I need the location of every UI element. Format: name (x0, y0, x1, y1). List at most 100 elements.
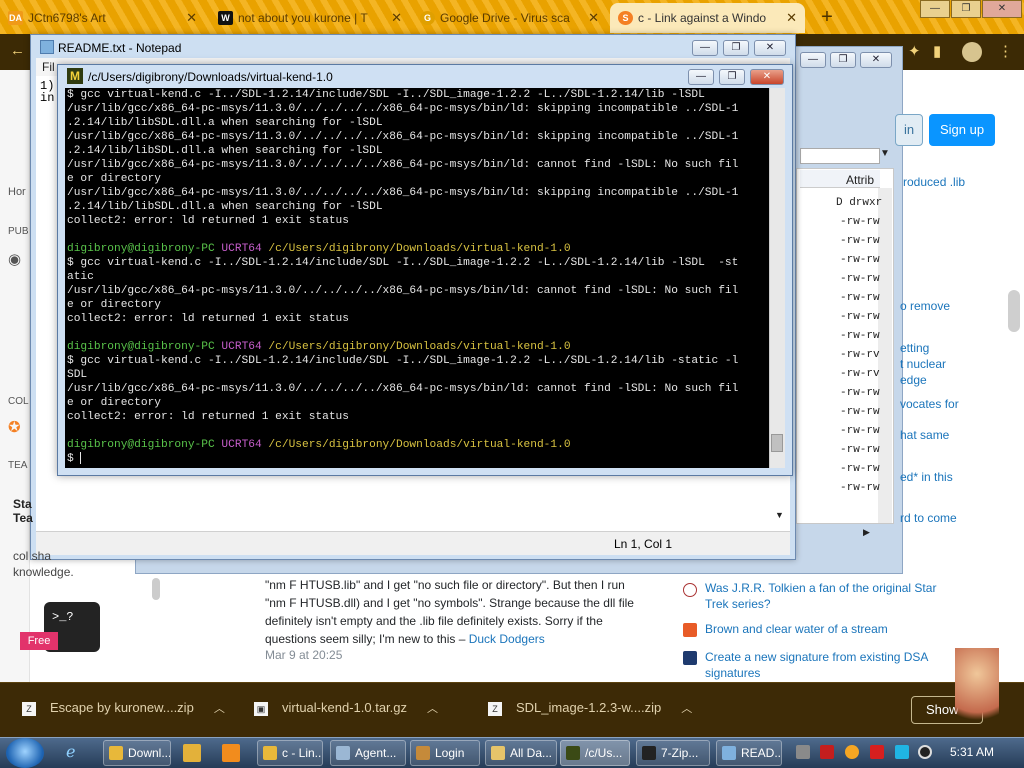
taskbar-button[interactable]: Downl... (103, 740, 171, 766)
file-attributes[interactable]: -rw-rw (840, 387, 880, 399)
file-attributes[interactable]: -rw-rw (840, 216, 880, 228)
link-text[interactable]: vocates for (900, 397, 959, 411)
file-attributes[interactable]: -rw-rw (840, 292, 880, 304)
taskbar-button[interactable]: All Da... (485, 740, 557, 766)
file-attributes[interactable]: -rw-rw (840, 463, 880, 475)
minimize-button[interactable]: — (800, 52, 826, 68)
link-text[interactable]: rd to come (900, 511, 957, 525)
media-player-icon[interactable] (183, 744, 201, 762)
maximize-button[interactable]: ❐ (723, 40, 749, 56)
file-attributes[interactable]: -rw-rw (840, 235, 880, 247)
link-text[interactable]: t nuclear (900, 357, 946, 371)
path-dropdown[interactable] (800, 148, 880, 164)
signup-button[interactable]: Sign up (929, 114, 995, 146)
minimize-button[interactable]: — (920, 0, 950, 18)
new-tab-button[interactable]: + (814, 4, 840, 30)
star-icon[interactable]: ✪ (8, 418, 21, 436)
chevron-up-icon[interactable]: ︿ (214, 700, 225, 716)
network-icon[interactable] (895, 745, 909, 759)
file-attributes[interactable]: -rw-rv (840, 368, 880, 380)
taskbar-button[interactable]: c - Lin... (257, 740, 323, 766)
link-text[interactable]: ed* in this (900, 470, 953, 484)
taskbar-button[interactable]: READ... (716, 740, 782, 766)
hot-question-link[interactable]: Create a new signature from existing DSA… (705, 649, 945, 681)
comment-user-link[interactable]: Duck Dodgers (469, 632, 545, 646)
scrollbar-thumb[interactable] (771, 434, 783, 452)
close-button[interactable]: ✕ (982, 0, 1022, 18)
chevron-up-icon[interactable]: ︿ (681, 700, 692, 716)
nav-home[interactable]: Hor (8, 186, 26, 198)
taskbar-button[interactable]: /c/Us... (560, 740, 630, 766)
sidebar-icon[interactable]: ▮ (933, 42, 941, 60)
file-attributes[interactable]: -rw-rw (840, 482, 880, 494)
menu-icon[interactable]: ⋮ (998, 42, 1013, 60)
terminal-output[interactable]: $ gcc virtual-kend.c -I../SDL-1.2.14/inc… (65, 88, 769, 468)
browser-tab[interactable]: DA JCtn6798's Art ✕ (0, 3, 205, 33)
browser-tab-active[interactable]: S c - Link against a Windo ✕ (610, 3, 805, 33)
hot-question-link[interactable]: Brown and clear water of a stream (705, 621, 945, 637)
file-attributes[interactable]: -rw-rw (840, 425, 880, 437)
browser-tab[interactable]: G Google Drive - Virus sca ✕ (412, 3, 607, 33)
tab-label: not about you kurone | T (238, 11, 368, 25)
puzzle-icon[interactable]: ✦ (908, 42, 921, 60)
tray-icon[interactable] (796, 745, 810, 759)
sidebar-scrollbar[interactable] (152, 578, 160, 600)
link-text[interactable]: etting (900, 341, 929, 355)
minimize-button[interactable]: — (688, 69, 714, 85)
download-item[interactable]: ▣ virtual-kend-1.0.tar.gz ︿ (254, 700, 438, 722)
file-attributes[interactable]: -rw-rv (840, 349, 880, 361)
back-icon[interactable]: ← (10, 42, 25, 59)
file-attributes[interactable]: -rw-rw (840, 254, 880, 266)
page-scrollbar[interactable] (1008, 290, 1020, 332)
tray-icon[interactable] (845, 745, 859, 759)
chevron-up-icon[interactable]: ︿ (427, 700, 438, 716)
chevron-down-icon[interactable]: ▼ (880, 148, 890, 159)
tray-icon[interactable] (820, 745, 834, 759)
hot-question-link[interactable]: Was J.R.R. Tolkien a fan of the original… (705, 580, 945, 612)
close-icon[interactable]: ✕ (186, 3, 197, 33)
column-header-attributes[interactable]: Attrib (846, 173, 874, 187)
start-button[interactable] (6, 738, 44, 768)
app-icon[interactable] (222, 744, 240, 762)
taskbar-button[interactable]: Login (410, 740, 480, 766)
comment-timestamp[interactable]: Mar 9 at 20:25 (265, 648, 342, 662)
close-button[interactable]: ✕ (754, 40, 786, 56)
close-icon[interactable]: ✕ (786, 3, 797, 33)
menu-file[interactable]: Fil (42, 60, 55, 74)
link-text[interactable]: hat same (900, 428, 949, 442)
download-item[interactable]: Z SDL_image-1.2.3-w....zip ︿ (488, 700, 692, 722)
close-button[interactable]: ✕ (750, 69, 784, 85)
close-icon[interactable]: ✕ (588, 3, 599, 33)
login-button[interactable]: in (895, 114, 923, 146)
avatar[interactable] (962, 42, 982, 62)
download-item[interactable]: Z Escape by kuronew....zip ︿ (22, 700, 225, 722)
clock[interactable]: 5:31 AM (950, 745, 994, 759)
internet-explorer-icon[interactable]: ℯ (66, 742, 75, 762)
close-icon[interactable]: ✕ (391, 3, 402, 33)
flag-icon[interactable] (870, 745, 884, 759)
link-text[interactable]: edge (900, 373, 927, 387)
file-attributes[interactable]: -rw-rw (840, 330, 880, 342)
volume-icon[interactable] (918, 745, 932, 759)
taskbar-button[interactable]: Agent... (330, 740, 406, 766)
browser-tab[interactable]: W not about you kurone | T ✕ (210, 3, 410, 33)
file-attributes[interactable]: -rw-rw (840, 406, 880, 418)
scroll-right-icon[interactable]: ▶ (863, 527, 870, 538)
link-text[interactable]: o remove (900, 299, 950, 313)
scrollbar[interactable] (769, 88, 785, 468)
file-attributes[interactable]: -rw-rw (840, 444, 880, 456)
minimize-button[interactable]: — (692, 40, 718, 56)
scroll-down-icon[interactable]: ▼ (775, 510, 784, 520)
terminal-line: .2.14/lib/libSDL.dll.a when searching fo… (67, 117, 383, 129)
globe-icon[interactable]: ◉ (8, 250, 21, 268)
maximize-button[interactable]: ❐ (719, 69, 745, 85)
file-attributes[interactable]: -rw-rw (840, 311, 880, 323)
maximize-button[interactable]: ❐ (951, 0, 981, 18)
question-title[interactable]: roduced .lib (903, 175, 965, 189)
taskbar-button[interactable]: 7-Zip... (636, 740, 710, 766)
file-attributes[interactable]: D drwxr (836, 197, 882, 209)
maximize-button[interactable]: ❐ (830, 52, 856, 68)
scrollbar[interactable] (878, 188, 892, 523)
close-button[interactable]: ✕ (860, 52, 892, 68)
file-attributes[interactable]: -rw-rw (840, 273, 880, 285)
